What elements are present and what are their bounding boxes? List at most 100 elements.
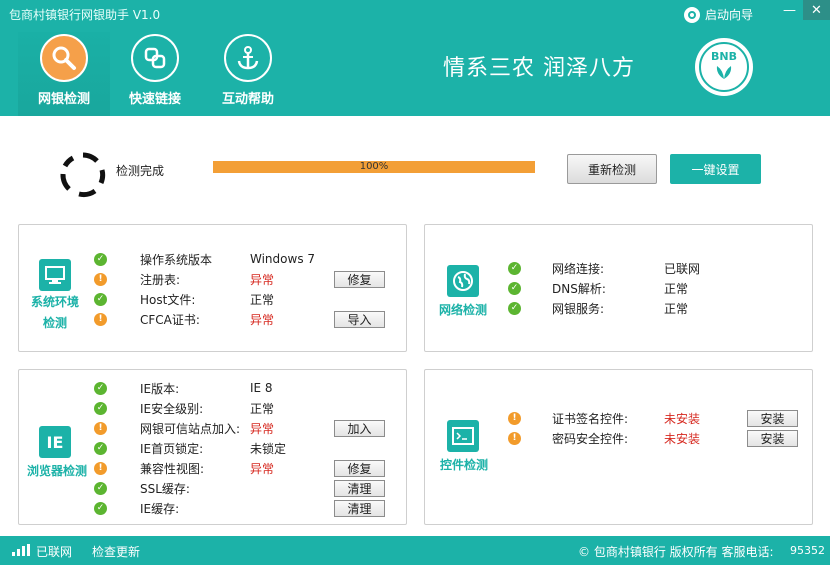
check-row: ! 注册表: 异常 修复 [19, 269, 406, 289]
wizard-label: 启动向导 [705, 8, 754, 22]
check-ok-icon: ✓ [508, 281, 521, 295]
control-panel-title: 控件检测 [439, 458, 488, 472]
check-item-value: 未安装 [664, 411, 701, 426]
nav-label: 互动帮助 [221, 92, 274, 107]
check-item-value: 异常 [250, 461, 275, 476]
signal-icon [12, 544, 30, 556]
progress-percent: 100% [359, 161, 389, 172]
check-item-label: IE缓存: [140, 501, 180, 516]
search-icon [40, 34, 88, 82]
check-item-label: 密码安全控件: [552, 431, 629, 446]
nav-item-links[interactable]: 快速链接 [109, 32, 201, 116]
check-item-value: 异常 [250, 421, 275, 436]
check-item-label: 证书签名控件: [552, 411, 629, 426]
check-row: ✓ SSL缓存: 清理 [19, 478, 406, 498]
check-item-label: 操作系统版本 [140, 252, 213, 267]
fix-action-button[interactable]: 安装 [747, 409, 798, 427]
check-item-value: Windows 7 [250, 252, 316, 266]
check-item-label: 网银服务: [552, 301, 605, 316]
system-check-panel: 系统环境 检测 ✓ 操作系统版本 Windows 7! 注册表: 异常 修复 ✓ Host文件… [18, 224, 407, 352]
fix-action-button[interactable]: 修复 [334, 459, 385, 477]
check-item-value: 异常 [250, 312, 275, 327]
check-item-label: IE版本: [140, 381, 180, 396]
check-item-value: IE 8 [250, 381, 273, 395]
anchor-icon [224, 34, 272, 82]
check-update-link[interactable]: 检查更新 [92, 543, 140, 560]
check-row: ✓ IE安全级别: 正常 [19, 398, 406, 418]
browser-check-panel: IE 浏览器检测 ✓ IE版本: IE 8 ✓ IE安全级别: 正常! 网银可信站点加入: 异… [18, 369, 407, 525]
network-check-panel: 网络检测 ✓ 网络连接: 已联网 ✓ DNS解析: 正常 ✓ 网银服务: 正常 [424, 224, 813, 352]
fix-action-button[interactable]: 清理 [334, 499, 385, 517]
check-item-label: Host文件: [140, 292, 196, 307]
check-item-label: 兼容性视图: [140, 461, 205, 476]
check-ok-icon: ✓ [94, 481, 107, 495]
minimize-button[interactable]: — [776, 0, 803, 20]
warning-icon: ! [94, 312, 107, 326]
wizard-link[interactable]: 启动向导 [684, 6, 753, 23]
close-button[interactable]: ✕ [803, 0, 830, 20]
check-item-value: 正常 [250, 292, 275, 307]
fix-action-button[interactable]: 加入 [334, 419, 385, 437]
nav-item-help[interactable]: 互动帮助 [202, 32, 294, 116]
check-item-value: 正常 [664, 301, 689, 316]
window-controls: — ✕ [776, 0, 830, 20]
check-item-label: SSL缓存: [140, 481, 190, 496]
warning-icon: ! [94, 421, 107, 435]
check-row: ✓ 网银服务: 正常 [425, 298, 812, 318]
recheck-button[interactable]: 重新检测 [567, 154, 657, 184]
check-row: ✓ 操作系统版本 Windows 7 [19, 249, 406, 269]
check-row: ✓ DNS解析: 正常 [425, 278, 812, 298]
fix-action-button[interactable]: 修复 [334, 270, 385, 288]
check-status: 检测完成 [116, 164, 165, 178]
check-item-value: 未锁定 [250, 441, 287, 456]
check-row: ✓ IE首页锁定: 未锁定 [19, 438, 406, 458]
check-item-value: 异常 [250, 272, 275, 287]
check-item-label: CFCA证书: [140, 312, 200, 327]
network-status: 已联网 [36, 545, 73, 559]
loading-spinner-icon [60, 152, 106, 197]
wizard-icon [684, 6, 700, 23]
warning-icon: ! [508, 411, 521, 425]
window-title: 包商村镇银行网银助手 V1.0 [9, 8, 161, 22]
bank-logo: BNB [695, 38, 753, 96]
check-item-label: 网络连接: [552, 261, 605, 276]
check-row: ✓ 网络连接: 已联网 [425, 258, 812, 278]
check-row: ! 网银可信站点加入: 异常 加入 [19, 418, 406, 438]
check-ok-icon: ✓ [94, 252, 107, 266]
warning-icon: ! [94, 461, 107, 475]
slogan: 情系三农 润泽八方 [443, 56, 635, 81]
check-item-label: 注册表: [140, 272, 181, 287]
check-row: ! CFCA证书: 异常 导入 [19, 309, 406, 329]
fix-action-button[interactable]: 安装 [747, 429, 798, 447]
check-item-label: DNS解析: [552, 281, 606, 296]
leaf-icon [716, 66, 732, 79]
check-ok-icon: ✓ [94, 501, 107, 515]
check-ok-icon: ✓ [94, 292, 107, 306]
check-ok-icon: ✓ [508, 301, 521, 315]
check-item-value: 已联网 [664, 261, 701, 276]
check-row: ! 证书签名控件: 未安装 安装 [425, 408, 812, 428]
check-ok-icon: ✓ [508, 261, 521, 275]
check-ok-icon: ✓ [94, 381, 107, 395]
check-row: ✓ Host文件: 正常 [19, 289, 406, 309]
status-bar: 已联网 检查更新 © 包商村镇银行 版权所有 客服电话: 95352 [0, 536, 830, 565]
check-item-label: 网银可信站点加入: [140, 421, 241, 436]
check-item-value: 正常 [664, 281, 689, 296]
link-icon [131, 34, 179, 82]
check-row: ✓ IE缓存: 清理 [19, 498, 406, 518]
check-row: ! 密码安全控件: 未安装 安装 [425, 428, 812, 448]
nav-label: 网银检测 [37, 92, 90, 107]
copyright-text: © 包商村镇银行 版权所有 客服电话: [578, 545, 774, 559]
check-ok-icon: ✓ [94, 401, 107, 415]
check-item-label: IE安全级别: [140, 401, 204, 416]
check-row: ! 兼容性视图: 异常 修复 [19, 458, 406, 478]
logo-text: BNB [711, 50, 737, 63]
fix-action-button[interactable]: 导入 [334, 310, 385, 328]
fix-action-button[interactable]: 清理 [334, 479, 385, 497]
warning-icon: ! [94, 272, 107, 286]
service-phone: 95352 [790, 544, 825, 557]
nav-item-check[interactable]: 网银检测 [18, 32, 110, 116]
check-row: ✓ IE版本: IE 8 [19, 378, 406, 398]
check-item-label: IE首页锁定: [140, 441, 204, 456]
one-key-setup-button[interactable]: 一键设置 [670, 154, 761, 184]
